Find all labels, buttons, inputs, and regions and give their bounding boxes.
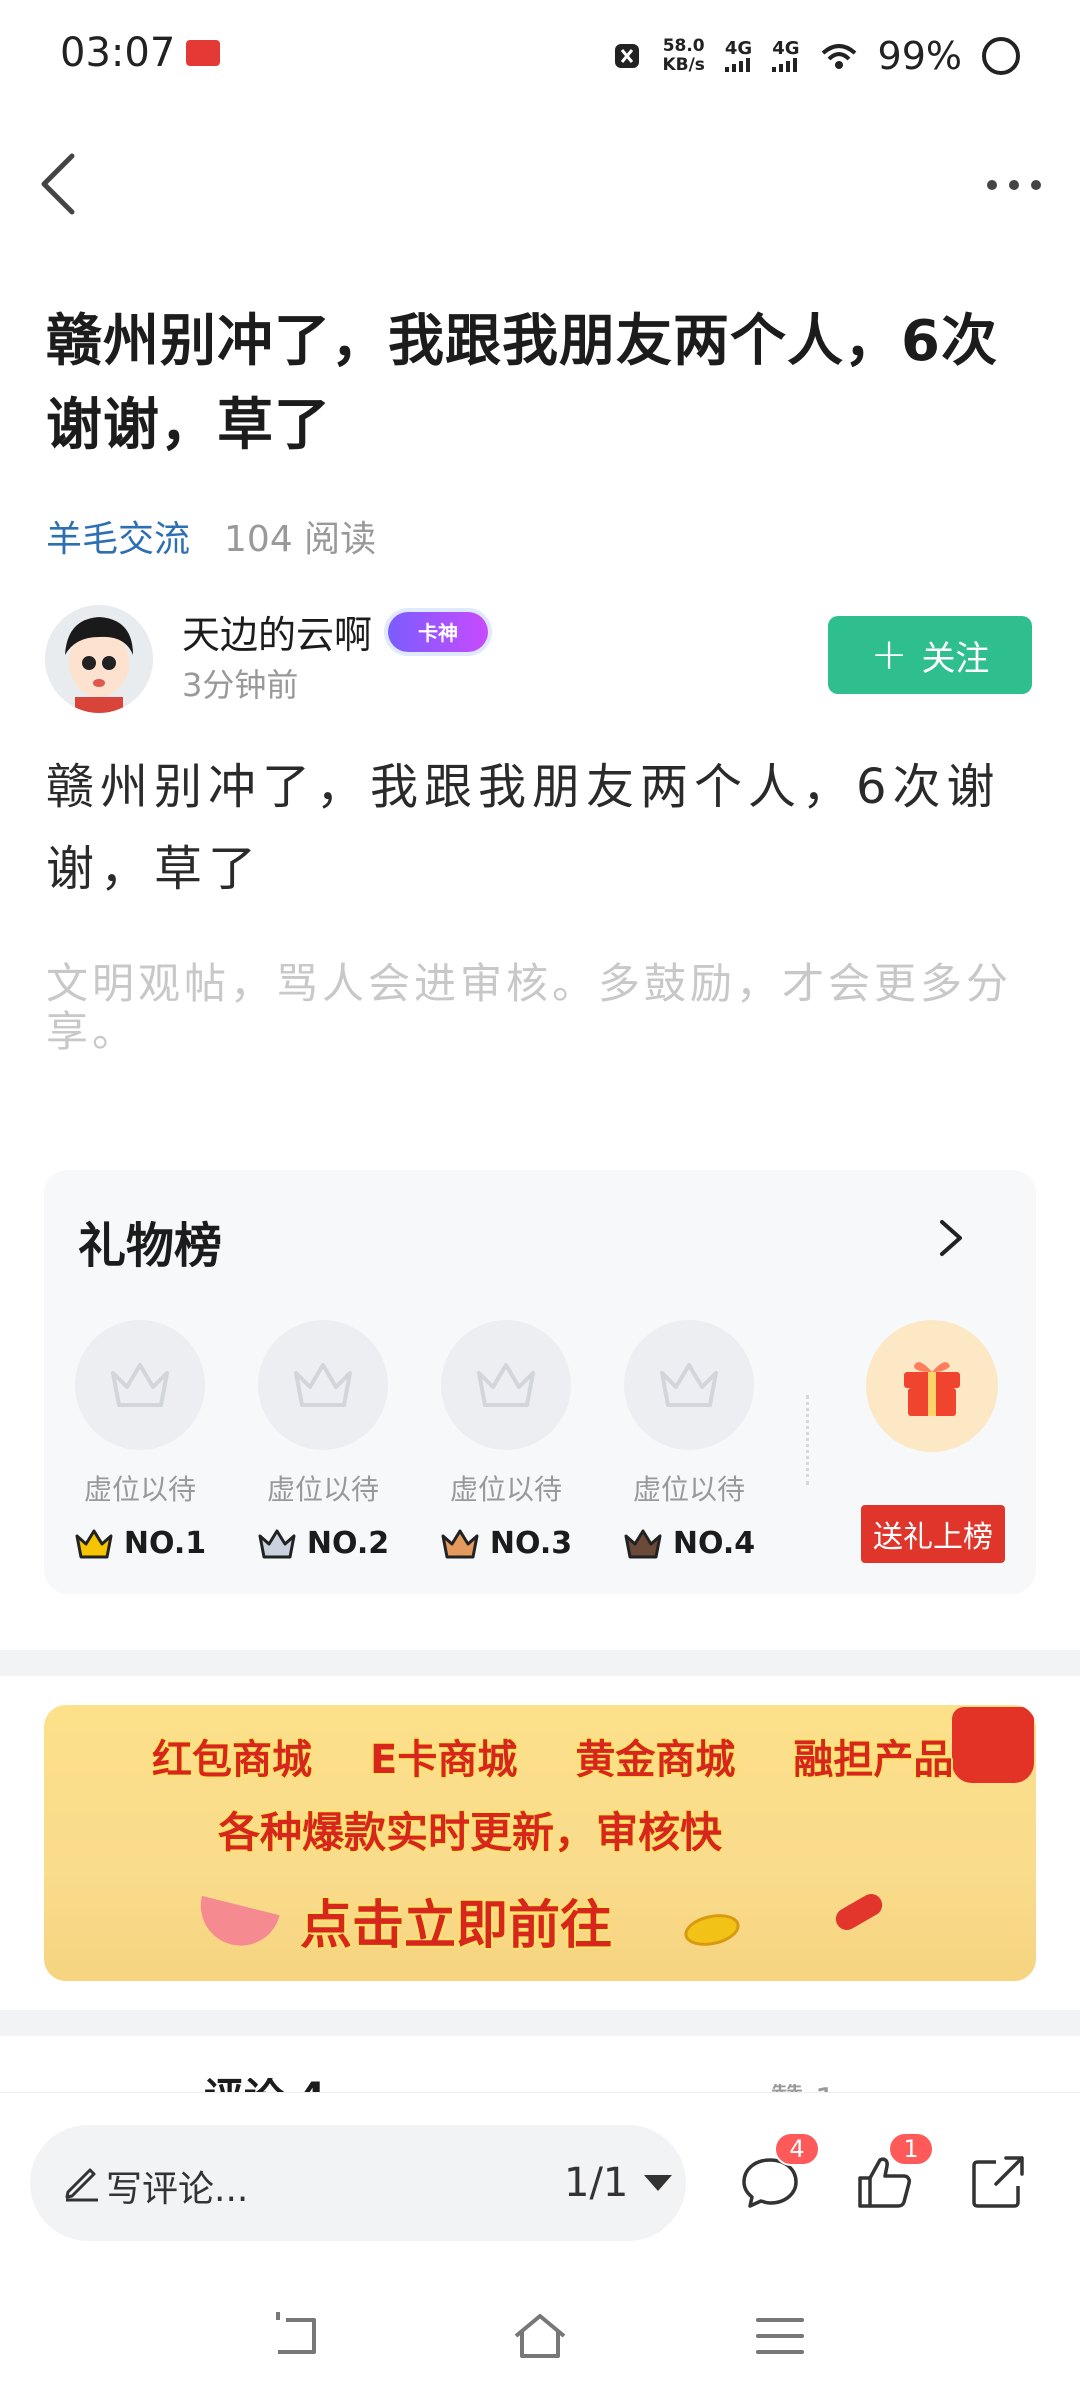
slot-rank: NO.3 [440, 1526, 572, 1561]
section-divider [0, 2010, 1080, 2036]
crown-icon [258, 1529, 296, 1558]
author-name[interactable]: 天边的云啊 [182, 604, 372, 659]
comment-placeholder[interactable]: 写评论... [106, 2160, 248, 2212]
gift-board-title: 礼物榜 [78, 1218, 223, 1274]
crown-icon [294, 1363, 352, 1407]
crown-icon [75, 1529, 113, 1558]
divider [806, 1395, 813, 1485]
slot-rank: NO.4 [623, 1526, 755, 1561]
speed-value: 58.0 [662, 36, 705, 56]
slot-avatar [624, 1320, 754, 1450]
slot-avatar [75, 1320, 205, 1450]
network-speed: 58.0 KB/s [662, 37, 704, 75]
gift-slot[interactable]: 虚位以待 NO.3 [440, 1320, 572, 1561]
net-type-2: 4G [772, 38, 800, 59]
page-indicator: 1/1 [564, 2160, 629, 2206]
status-indicators: 58.0 KB/s 4G 4G 99% [612, 34, 1020, 78]
net-type-1: 4G [724, 38, 753, 59]
rank-label: NO.1 [123, 1526, 207, 1561]
wifi-icon [821, 44, 856, 69]
slot-label: 虚位以待 [83, 1473, 196, 1506]
caret-down-icon [644, 2175, 673, 2191]
battery-icon [982, 37, 1020, 75]
avatar-image [45, 605, 153, 713]
signal-bars-icon [724, 58, 752, 72]
nav-back-icon[interactable] [270, 2310, 330, 2362]
comment-count-badge: 4 [774, 2132, 820, 2166]
signal-1: 4G [724, 38, 753, 72]
gift-slot[interactable]: 虚位以待 NO.1 [74, 1320, 206, 1561]
chevron-right-icon[interactable] [936, 1216, 966, 1260]
crown-icon [111, 1363, 169, 1407]
slot-label: 虚位以待 [266, 1473, 379, 1506]
rank-label: NO.4 [672, 1526, 756, 1561]
status-time: 03:07 [60, 30, 176, 76]
slot-avatar [441, 1320, 571, 1450]
author-badge: 卡神 [388, 611, 489, 652]
nav-home-icon[interactable] [510, 2310, 570, 2362]
follow-label: 关注 [921, 638, 990, 679]
gift-button[interactable] [866, 1320, 998, 1452]
more-icon[interactable] [984, 170, 1044, 200]
section-divider [0, 1650, 1080, 1676]
gift-icon [904, 1362, 960, 1416]
slot-rank: NO.1 [74, 1526, 206, 1561]
page-selector[interactable]: 1/1 [564, 2160, 673, 2206]
slot-rank: NO.2 [257, 1526, 389, 1561]
back-icon[interactable] [32, 150, 88, 218]
banner-item: E卡商城 [370, 1737, 518, 1783]
signal-bars-icon [772, 58, 799, 72]
crown-icon [624, 1529, 662, 1558]
slot-avatar [258, 1320, 388, 1450]
battery-level: 99% [877, 34, 962, 78]
notification-icon [186, 40, 220, 66]
slot-label: 虚位以待 [632, 1473, 745, 1506]
like-button[interactable]: 1 [852, 2132, 934, 2214]
banner-item: 红包商城 [152, 1737, 312, 1783]
crown-icon [660, 1363, 718, 1407]
post-body: 赣州别冲了，我跟我朋友两个人，6次谢谢，草了 [46, 759, 1001, 897]
avatar[interactable] [45, 605, 153, 713]
gift-slot[interactable]: 虚位以待 NO.4 [623, 1320, 755, 1561]
speed-unit: KB/s [662, 55, 705, 75]
gift-slot[interactable]: 虚位以待 NO.2 [257, 1320, 389, 1561]
signal-2: 4G [772, 38, 800, 72]
nfc-icon [615, 44, 640, 68]
post-title: 赣州别冲了，我跟我朋友两个人，6次谢谢，草了 [46, 309, 998, 458]
read-count: 104 阅读 [224, 519, 377, 560]
send-gift-button[interactable]: 送礼上榜 [861, 1505, 1005, 1563]
category-link[interactable]: 羊毛交流 [46, 510, 190, 562]
civility-notice: 文明观帖，骂人会进审核。多鼓励，才会更多分享。 [46, 959, 1013, 1056]
share-button[interactable] [966, 2150, 1030, 2214]
comment-button[interactable]: 4 [738, 2132, 820, 2214]
crown-icon [477, 1363, 535, 1407]
follow-button[interactable]: + 关注 [828, 616, 1032, 694]
like-count-badge: 1 [888, 2132, 934, 2166]
share-icon [972, 2156, 1024, 2208]
promo-banner[interactable]: 红包商城 E卡商城 黄金商城 融担产品 各种爆款实时更新，审核快 点击立即前往 [44, 1705, 1036, 1981]
nav-menu-icon[interactable] [750, 2310, 810, 2362]
pencil-icon [65, 2168, 98, 2202]
post-time: 3分钟前 [182, 666, 299, 704]
author-row: 天边的云啊 卡神 [182, 604, 489, 659]
rank-label: NO.3 [489, 1526, 573, 1561]
banner-item: 融担产品 [793, 1737, 954, 1783]
banner-item: 黄金商城 [575, 1737, 736, 1783]
crown-icon [441, 1529, 479, 1558]
slot-label: 虚位以待 [449, 1473, 562, 1506]
banner-cta: 点击立即前往 [299, 1896, 612, 1956]
rank-label: NO.2 [306, 1526, 390, 1561]
banner-subtitle: 各种爆款实时更新，审核快 [217, 1808, 722, 1857]
plus-icon: + [870, 629, 908, 680]
post-meta: 羊毛交流 104 阅读 [46, 510, 376, 562]
banner-items: 红包商城 E卡商城 黄金商城 融担产品 [44, 1727, 1036, 1785]
